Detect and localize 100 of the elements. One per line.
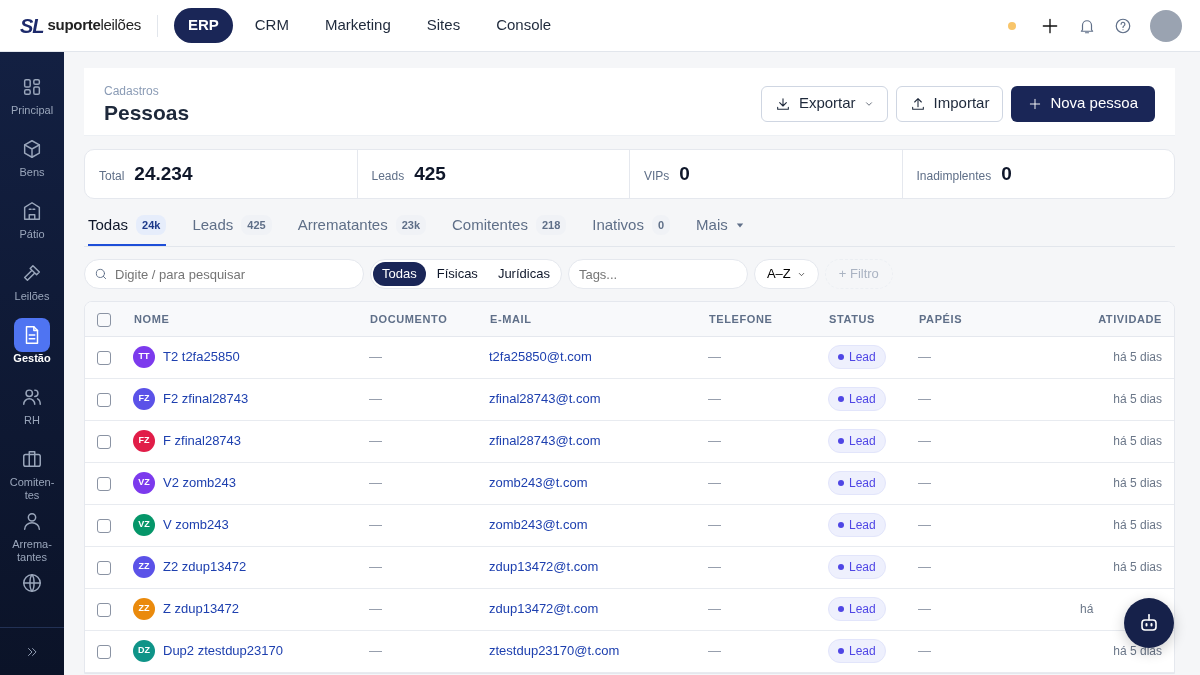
email-link[interactable]: zdup13472@t.com [489,559,599,575]
row-checkbox[interactable] [97,519,111,533]
upload-icon [909,95,926,112]
nav-tab[interactable]: Sites [412,8,475,43]
nav-tab[interactable]: ERP [173,8,233,43]
status-badge: Lead [828,597,886,622]
table-cell: — [708,643,721,659]
import-button[interactable]: Importar [895,85,1004,122]
column-header: NOME [133,302,369,337]
column-header: E-MAIL [489,302,708,337]
select-all-checkbox[interactable] [97,312,111,327]
logo-wordmark: suporteleilões [47,15,141,36]
sidebar-item[interactable]: Pátio [0,194,64,256]
stat-value: 425 [414,161,446,186]
status-badge: Lead [828,429,886,454]
stat-value: 0 [679,161,690,186]
email-link[interactable]: zfinal28743@t.com [489,433,601,449]
sidebar-item[interactable]: Gestão [0,318,64,380]
status-dot [1008,21,1016,30]
nav-tab[interactable]: Console [482,8,566,43]
email-link[interactable]: ztestdup23170@t.com [489,643,620,659]
status-badge: Lead [828,555,886,580]
table-cell: — [708,517,721,533]
row-checkbox[interactable] [97,603,111,617]
person-name-link[interactable]: V2 zomb243 [163,473,236,493]
email-link[interactable]: t2fa25850@t.com [489,349,592,365]
row-checkbox[interactable] [97,435,111,449]
table-cell: — [918,349,931,365]
person-name-link[interactable]: Z zdup13472 [163,599,239,619]
globe-icon [21,572,43,594]
tab[interactable]: Arrematantes 23k [297,213,427,247]
tab[interactable]: Inativos 0 [592,213,671,247]
help-icon[interactable] [1114,16,1132,35]
cube-icon [21,138,43,160]
avatar-initials: VZ [133,514,155,537]
segment-option[interactable]: Físicas [427,262,487,287]
segment-option[interactable]: Todas [373,262,426,287]
stat-label: Total [99,168,125,186]
tab-count: 23k [395,214,427,236]
plus-icon [1028,96,1043,111]
email-link[interactable]: zfinal28743@t.com [489,391,601,407]
table-cell: — [918,643,931,659]
column-header: STATUS [828,302,918,337]
email-link[interactable]: zomb243@t.com [489,517,588,533]
person-name-link[interactable]: F2 zfinal28743 [163,389,249,409]
row-checkbox[interactable] [97,477,111,491]
hammer-icon [21,262,43,284]
email-link[interactable]: zdup13472@t.com [489,601,599,617]
avatar-initials: FZ [133,388,155,411]
tab-count: 218 [535,214,567,236]
row-checkbox[interactable] [97,561,111,575]
sidebar-item[interactable]: Principal [0,70,64,132]
email-link[interactable]: zomb243@t.com [489,475,588,491]
sort-button[interactable]: A–Z [753,259,819,290]
person-name-link[interactable]: F zfinal28743 [163,431,242,451]
page-title: Pessoas [104,100,190,126]
breadcrumb: Cadastros [104,83,160,100]
search-field[interactable]: Digite / para pesquisar [84,259,364,290]
nav-tab[interactable]: Marketing [310,8,405,43]
tab[interactable]: Leads 425 [192,213,272,247]
person-name-link[interactable]: Z2 zdup13472 [163,557,247,577]
table-cell: — [918,559,931,575]
caret-down-icon [735,220,744,229]
user-avatar[interactable] [1150,9,1182,42]
table-cell: — [708,349,721,365]
activity-time: há 5 dias [1113,476,1162,491]
export-button[interactable]: Exportar [760,85,888,122]
table-cell: — [708,433,721,449]
sidebar-item[interactable]: Comiten-tes [0,442,64,504]
tags-field[interactable]: Tags... [567,259,748,290]
column-header: ATIVIDADE [1038,302,1174,337]
table-cell: — [918,391,931,407]
person-name-link[interactable]: Dup2 ztestdup23170 [163,641,283,661]
avatar-initials: VZ [133,472,155,495]
segment-option[interactable]: Jurídicas [488,262,559,287]
sidebar-item[interactable]: Bens [0,132,64,194]
activity-time: há [1080,602,1094,617]
nav-tab[interactable]: CRM [240,8,303,43]
person-name-link[interactable]: T2 t2fa25850 [163,347,240,367]
column-header: DOCUMENTO [369,302,489,337]
row-checkbox[interactable] [97,393,111,407]
person-icon [21,510,43,532]
sidebar-item[interactable]: Leilões [0,256,64,318]
person-name-link[interactable]: V zomb243 [163,515,229,535]
tab[interactable]: Todas 24k [88,213,167,247]
status-badge: Lead [828,513,886,538]
avatar-initials: ZZ [133,556,155,579]
logo-mark: SL [20,13,44,39]
tab[interactable]: Comitentes 218 [452,213,567,247]
activity-time: há 5 dias [1113,644,1162,659]
row-checkbox[interactable] [97,645,111,659]
table-cell: — [918,475,931,491]
tab[interactable]: Mais [696,213,744,247]
stat-label: Leads [371,168,405,186]
stat-label: VIPs [644,168,670,186]
sidebar-item[interactable]: RH [0,380,64,442]
activity-time: há 5 dias [1113,350,1162,365]
new-person-button[interactable]: Nova pessoa [1011,85,1155,122]
sidebar-item[interactable]: Arrema-tantes [0,504,64,566]
row-checkbox[interactable] [97,351,111,365]
